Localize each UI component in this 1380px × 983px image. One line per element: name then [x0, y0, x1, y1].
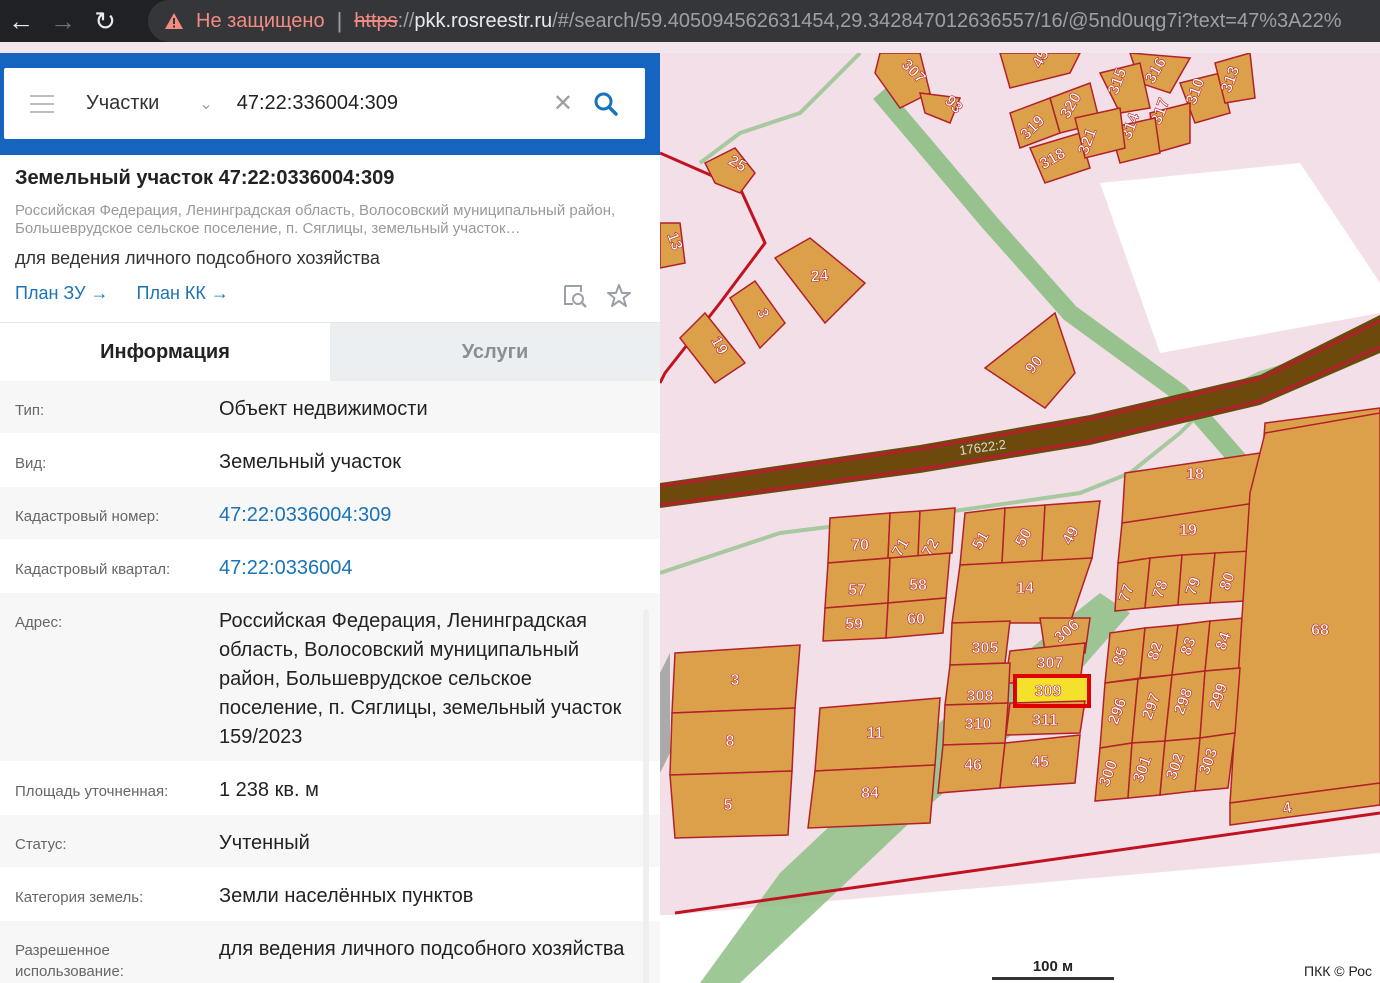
parcel-label: 18 [1186, 466, 1204, 483]
row-label: Разрешенное использование: [15, 942, 124, 980]
row-label: Адрес: [15, 614, 63, 631]
table-row: Разрешенное использование: для ведения л… [0, 921, 660, 983]
parcel-label: 309 [1035, 683, 1062, 700]
parcel-label: 58 [909, 577, 927, 594]
plan-kk-link[interactable]: План КК → [137, 283, 229, 304]
table-row: Кадастровый квартал: 47:22:0336004 [0, 540, 660, 593]
parcel-label: 308 [967, 688, 994, 705]
parcel-label: 68 [1311, 622, 1329, 639]
browser-toolbar: ← → ↻ Не защищено | https://pkk.rosreest… [0, 0, 1380, 42]
row-label: Категория земель: [15, 889, 144, 906]
chevron-down-icon[interactable]: ⌄ [199, 94, 212, 114]
parcel-label: 8 [726, 733, 735, 750]
parcel-label: 307 [1037, 655, 1064, 672]
back-icon[interactable]: ← [0, 0, 42, 42]
url-scheme-separator: :// [397, 9, 415, 32]
table-row: Статус: Учтенный [0, 815, 660, 868]
parcel-label: 57 [848, 582, 866, 599]
parcel-label: 84 [861, 785, 879, 802]
parcel-label: 305 [972, 640, 999, 657]
security-label: Не защищено [196, 9, 325, 32]
search-header: Участки ⌄ 47:22:336004:309 ✕ ❮ [0, 53, 684, 155]
warning-icon [165, 13, 183, 29]
parcel-label: 14 [1016, 580, 1034, 597]
parcel-label: 3 [731, 672, 740, 689]
row-value: Российская Федерация, Ленинградская обла… [219, 610, 622, 748]
attributes-table: Тип: Объект недвижимости Вид: Земельный … [0, 381, 660, 983]
search-input[interactable]: 47:22:336004:309 [237, 92, 553, 115]
url-scheme: https [354, 9, 398, 32]
row-value: 1 238 кв. м [219, 779, 319, 801]
map-copyright: ПКК © Рос [1304, 963, 1372, 979]
map-canvas[interactable]: 17622:2 3079345 316315 310 313319320 3173143… [660, 53, 1380, 983]
parcel-label: 59 [845, 616, 863, 633]
table-row: Адрес: Российская Федерация, Ленинградск… [0, 593, 660, 762]
info-panel: Земельный участок 47:22:0336004:309 Росс… [0, 155, 660, 983]
object-title: Земельный участок 47:22:0336004:309 [15, 167, 395, 189]
row-value: Учтенный [219, 832, 310, 854]
row-label: Кадастровый номер: [15, 508, 160, 525]
table-row: Площадь уточненная: 1 238 кв. м [0, 762, 660, 815]
row-label: Вид: [15, 455, 47, 472]
parcel-label: 45 [1031, 754, 1049, 771]
parcel-label: 310 [965, 716, 992, 733]
parcel-label: 46 [964, 757, 982, 774]
row-label: Кадастровый квартал: [15, 561, 171, 578]
menu-icon[interactable] [30, 94, 54, 113]
parcel-label: 24 [810, 267, 829, 285]
clear-icon[interactable]: ✕ [553, 89, 573, 118]
parcel-label: 70 [851, 537, 869, 554]
parcel-label: 311 [1032, 712, 1058, 729]
zoom-to-object-icon[interactable] [562, 283, 588, 309]
row-value: Земельный участок [219, 451, 402, 473]
parcel-label: 11 [867, 725, 884, 742]
address-bar[interactable]: Не защищено | https://pkk.rosreestr.ru/#… [148, 0, 1380, 42]
omnibox-separator: | [336, 8, 343, 33]
cadastral-map[interactable]: 17622:2 307 93 45 316 315 310 313 319 320 317 314 3… [660, 53, 1380, 983]
url-host: pkk.rosreestr.ru [414, 9, 553, 32]
tabs: Информация Услуги [0, 323, 660, 381]
row-value: для ведения личного подсобного хозяйства [219, 938, 625, 960]
map-scale: 100 м [992, 958, 1114, 980]
table-row: Кадастровый номер: 47:22:0336004:309 [0, 487, 660, 540]
table-row: Вид: Земельный участок [0, 434, 660, 487]
table-row: Категория земель: Земли населённых пункт… [0, 868, 660, 921]
star-icon[interactable] [606, 283, 632, 309]
parcel-label: 5 [724, 797, 733, 814]
forward-icon[interactable]: → [42, 0, 84, 42]
tab-services[interactable]: Услуги [330, 323, 660, 381]
url-path: /#/search/59.405094562631454,29.34284701… [552, 9, 1342, 32]
tab-info[interactable]: Информация [0, 323, 330, 381]
parcel-label: 60 [907, 611, 925, 628]
row-label: Площадь уточненная: [15, 783, 169, 800]
category-select[interactable]: Участки [86, 92, 159, 115]
row-value: Земли населённых пунктов [219, 885, 474, 907]
cadastral-quarter-link[interactable]: 47:22:0336004 [219, 540, 660, 592]
object-card: Земельный участок 47:22:0336004:309 Росс… [0, 155, 660, 323]
scrollbar[interactable] [643, 609, 649, 983]
parcel-label: 19 [1179, 522, 1197, 539]
row-label: Статус: [15, 836, 67, 853]
object-use: для ведения личного подсобного хозяйства [15, 248, 380, 268]
table-row: Тип: Объект недвижимости [0, 381, 660, 434]
plan-zu-link[interactable]: План ЗУ → [15, 283, 109, 304]
row-label: Тип: [15, 402, 45, 419]
search-icon[interactable] [593, 91, 619, 117]
search-box: Участки ⌄ 47:22:336004:309 ✕ [4, 68, 645, 139]
reload-icon[interactable]: ↻ [84, 0, 126, 42]
object-address: Российская Федерация, Ленинградская обла… [15, 202, 616, 237]
row-value: Объект недвижимости [219, 398, 428, 420]
cadastral-number-link[interactable]: 47:22:0336004:309 [219, 487, 660, 539]
